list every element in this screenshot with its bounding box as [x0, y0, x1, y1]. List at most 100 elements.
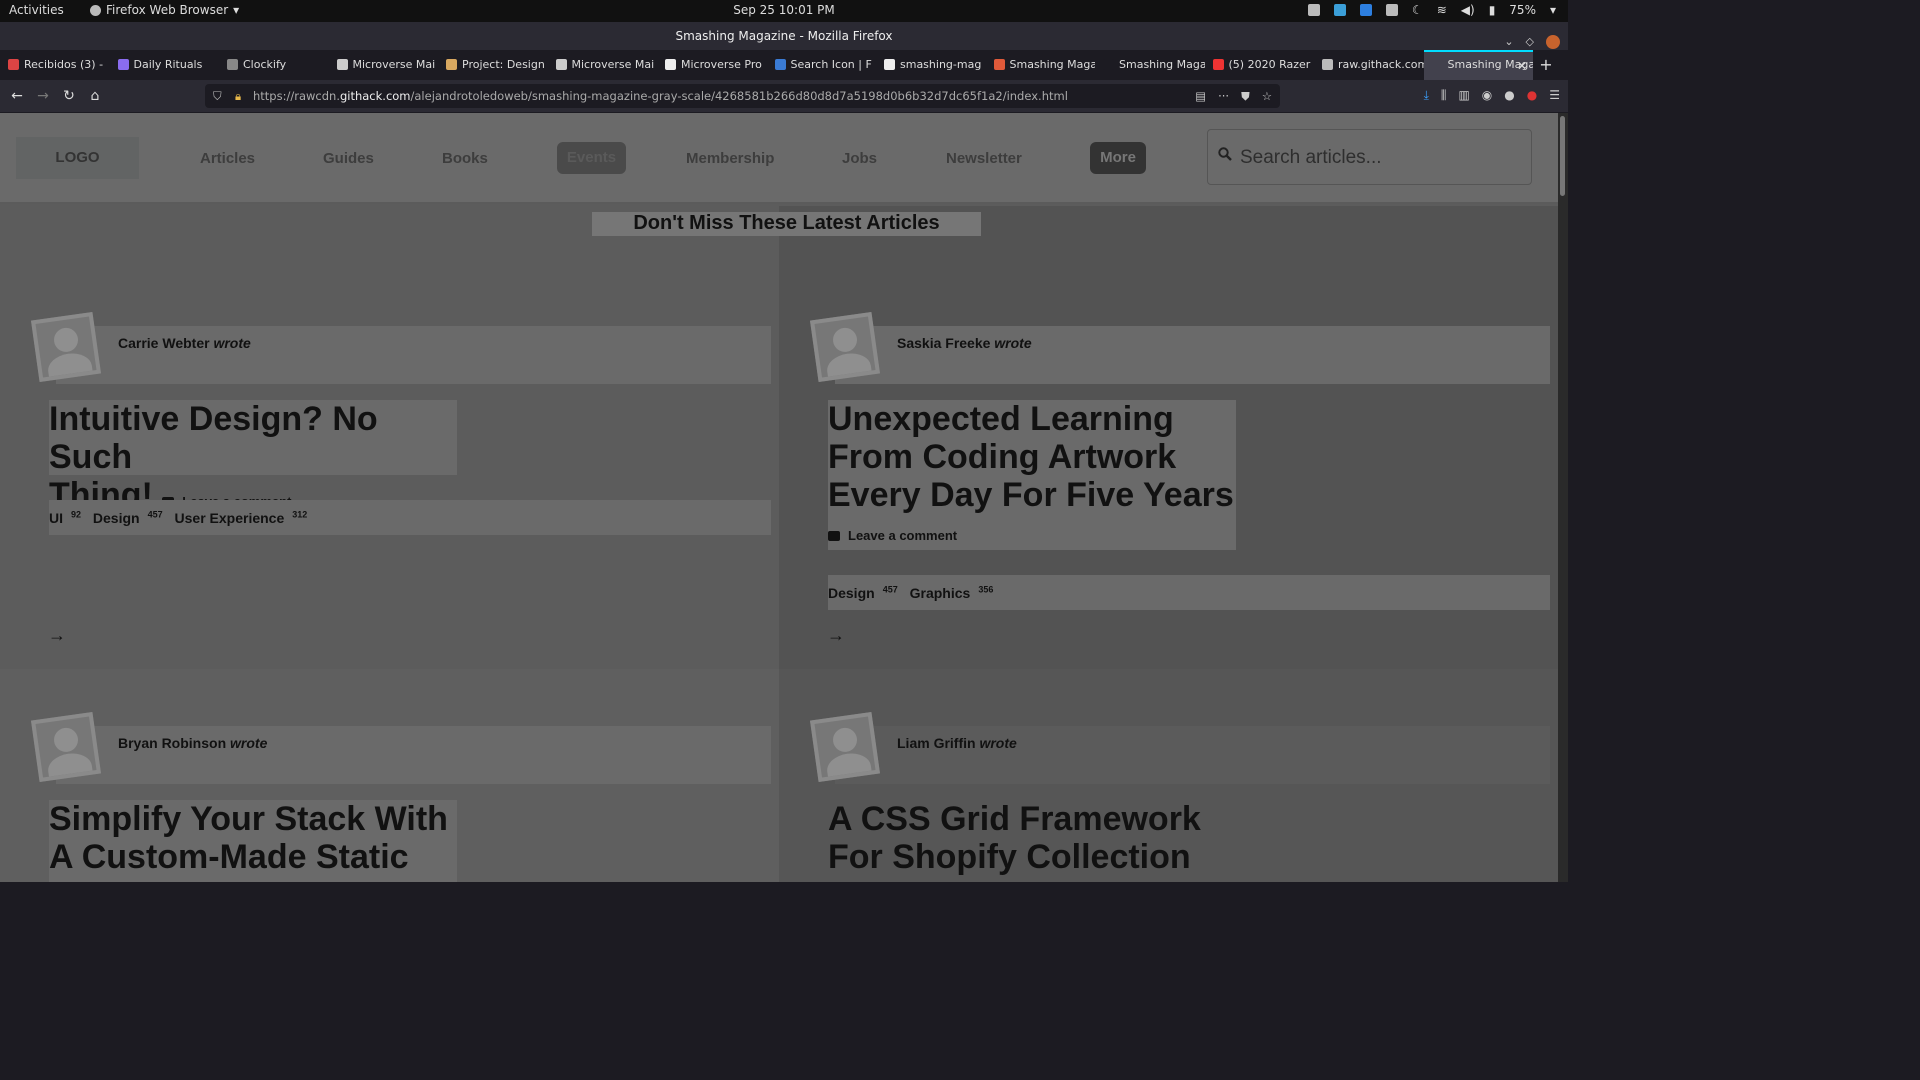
article-title-line[interactable]: Every Day For Five Years [828, 476, 1236, 514]
reader-view-icon[interactable]: ▤ [1195, 84, 1206, 108]
site-logo[interactable]: LOGO [16, 137, 139, 179]
zoom-icon [1359, 4, 1372, 16]
tab-9[interactable]: Smashing Maga [986, 50, 1096, 80]
tab-0[interactable]: Recibidos (3) - [0, 50, 110, 80]
read-more-arrow-icon[interactable]: → [48, 625, 66, 646]
sidebar-icon[interactable]: ▥ [1458, 88, 1469, 103]
tab-8[interactable]: smashing-mag [876, 50, 986, 80]
tags-bar: UI 92 Design 457 User Experience 312 [49, 500, 771, 535]
avatar[interactable] [809, 311, 881, 383]
bookmark-star-icon[interactable]: ☆ [1262, 84, 1272, 108]
tab-favicon-icon [1322, 59, 1333, 70]
more-actions-icon[interactable]: ··· [1218, 84, 1229, 108]
download-icon[interactable]: ⤓ [1424, 88, 1429, 103]
leave-comment-link[interactable]: Leave a comment [828, 528, 1236, 543]
chevron-down-icon: ▾ [1549, 3, 1556, 17]
close-window-button[interactable] [1546, 35, 1560, 49]
tab-1[interactable]: Daily Rituals [110, 50, 220, 80]
avatar[interactable] [809, 711, 881, 783]
tab-favicon-icon [665, 59, 676, 70]
navigation-toolbar: ← → ↻ ⌂ ⛉ 🔒︎ https://rawcdn.githack.com/… [0, 80, 1568, 112]
search-box[interactable] [1207, 129, 1532, 185]
tab-favicon-icon [8, 59, 19, 70]
chat-icon [1385, 4, 1398, 16]
reload-icon[interactable]: ↻ [56, 88, 82, 104]
tab-2[interactable]: Clockify [219, 50, 329, 80]
system-tray[interactable]: ☾ ≋ ◀) ▮ 75% ▾ [1307, 3, 1556, 17]
tab-7[interactable]: Search Icon | F [767, 50, 877, 80]
tab-favicon-icon [884, 59, 895, 70]
section-title: Don't Miss These Latest Articles [592, 212, 981, 236]
account-icon[interactable]: ◉ [1482, 88, 1492, 103]
extension-red-icon[interactable]: ● [1527, 88, 1537, 103]
author-line: Bryan Robinson wrote [118, 735, 267, 751]
article-title-line[interactable]: Simplify Your Stack With [49, 800, 457, 838]
url-bar[interactable]: ⛉ 🔒︎ https://rawcdn.githack.com/alejandr… [205, 84, 1280, 108]
tab-6[interactable]: Microverse Pro [657, 50, 767, 80]
tab-11[interactable]: (5) 2020 Razer [1205, 50, 1315, 80]
search-input[interactable] [1240, 142, 1520, 174]
author-name[interactable]: Saskia Freeke [897, 335, 990, 351]
new-tab-button[interactable]: + [1533, 50, 1559, 80]
author-name[interactable]: Carrie Webter [118, 335, 210, 351]
tag[interactable]: Design 457 [93, 509, 163, 526]
nav-guides[interactable]: Guides [323, 150, 374, 167]
night-light-icon: ☾ [1411, 3, 1423, 17]
extension-icon[interactable]: ● [1504, 88, 1514, 103]
web-page: LOGO Articles Guides Books Events Member… [0, 113, 1558, 882]
home-icon[interactable]: ⌂ [82, 88, 108, 104]
shield-icon[interactable]: ⛉ [213, 84, 222, 108]
author-line: Carrie Webter wrote [118, 335, 251, 351]
author-name[interactable]: Bryan Robinson [118, 735, 226, 751]
tab-5[interactable]: Microverse Mai [548, 50, 658, 80]
read-more-arrow-icon[interactable]: → [827, 625, 845, 646]
tab-10[interactable]: Smashing Magazin [1095, 50, 1205, 80]
article-title-line[interactable]: A Custom-Made Static [49, 838, 457, 876]
nav-membership[interactable]: Membership [686, 150, 774, 167]
pocket-icon[interactable]: ⛊ [1241, 84, 1250, 108]
avatar[interactable] [30, 311, 102, 383]
tab-strip: Recibidos (3) - Daily Rituals Clockify Micr… [0, 50, 1568, 80]
window-title: Smashing Magazine - Mozilla Firefox [675, 29, 893, 43]
nav-events[interactable]: Events [557, 142, 626, 174]
tag[interactable]: User Experience 312 [175, 509, 308, 526]
site-header: LOGO Articles Guides Books Events Member… [0, 113, 1558, 204]
menu-icon[interactable]: ☰ [1549, 88, 1560, 103]
tab-4[interactable]: Project: Design [438, 50, 548, 80]
scrollbar-thumb[interactable] [1560, 116, 1565, 196]
lock-warning-icon[interactable]: 🔒︎ [235, 84, 241, 108]
forward-icon[interactable]: → [30, 88, 56, 104]
article-title-line[interactable]: For Shopify Collection [828, 838, 1236, 876]
back-icon[interactable]: ← [4, 88, 30, 104]
nav-jobs[interactable]: Jobs [842, 150, 877, 167]
tab-3[interactable]: Microverse Mai [329, 50, 439, 80]
nav-books[interactable]: Books [442, 150, 488, 167]
tab-label: Microverse Mai [571, 58, 655, 71]
volume-icon: ◀) [1460, 3, 1475, 17]
tag[interactable]: Graphics 356 [910, 584, 994, 601]
close-tab-icon[interactable]: ✕ [1517, 59, 1527, 73]
tab-label: Smashing Maga [1009, 58, 1096, 71]
wrote-label: wrote [994, 335, 1032, 351]
library-icon[interactable]: ⫼ [1441, 88, 1447, 103]
avatar[interactable] [30, 711, 102, 783]
article-title-line[interactable]: From Coding Artwork [828, 438, 1236, 476]
article-title-line[interactable]: Unexpected Learning [828, 400, 1236, 438]
search-icon [1218, 147, 1232, 161]
tag[interactable]: Design 457 [828, 584, 898, 601]
article-title-line[interactable]: Intuitive Design? No Such [49, 400, 457, 476]
tab-favicon-icon [117, 59, 129, 70]
nav-articles[interactable]: Articles [200, 150, 255, 167]
tab-label: Recibidos (3) - [24, 58, 104, 71]
article-title-line[interactable]: A CSS Grid Framework [828, 800, 1236, 838]
nav-more[interactable]: More [1090, 142, 1146, 174]
nav-newsletter[interactable]: Newsletter [946, 150, 1022, 167]
page-scrollbar[interactable] [1558, 113, 1568, 882]
article-title-box: Unexpected Learning From Coding Artwork … [828, 400, 1236, 550]
tab-12[interactable]: raw.githack.com [1314, 50, 1424, 80]
author-name[interactable]: Liam Griffin [897, 735, 976, 751]
tab-label: Microverse Mai [352, 58, 436, 71]
tag[interactable]: UI 92 [49, 509, 81, 526]
tags-bar: Design 457 Graphics 356 [828, 575, 1550, 610]
tab-13[interactable]: Smashing Maga ✕ [1423, 50, 1533, 80]
